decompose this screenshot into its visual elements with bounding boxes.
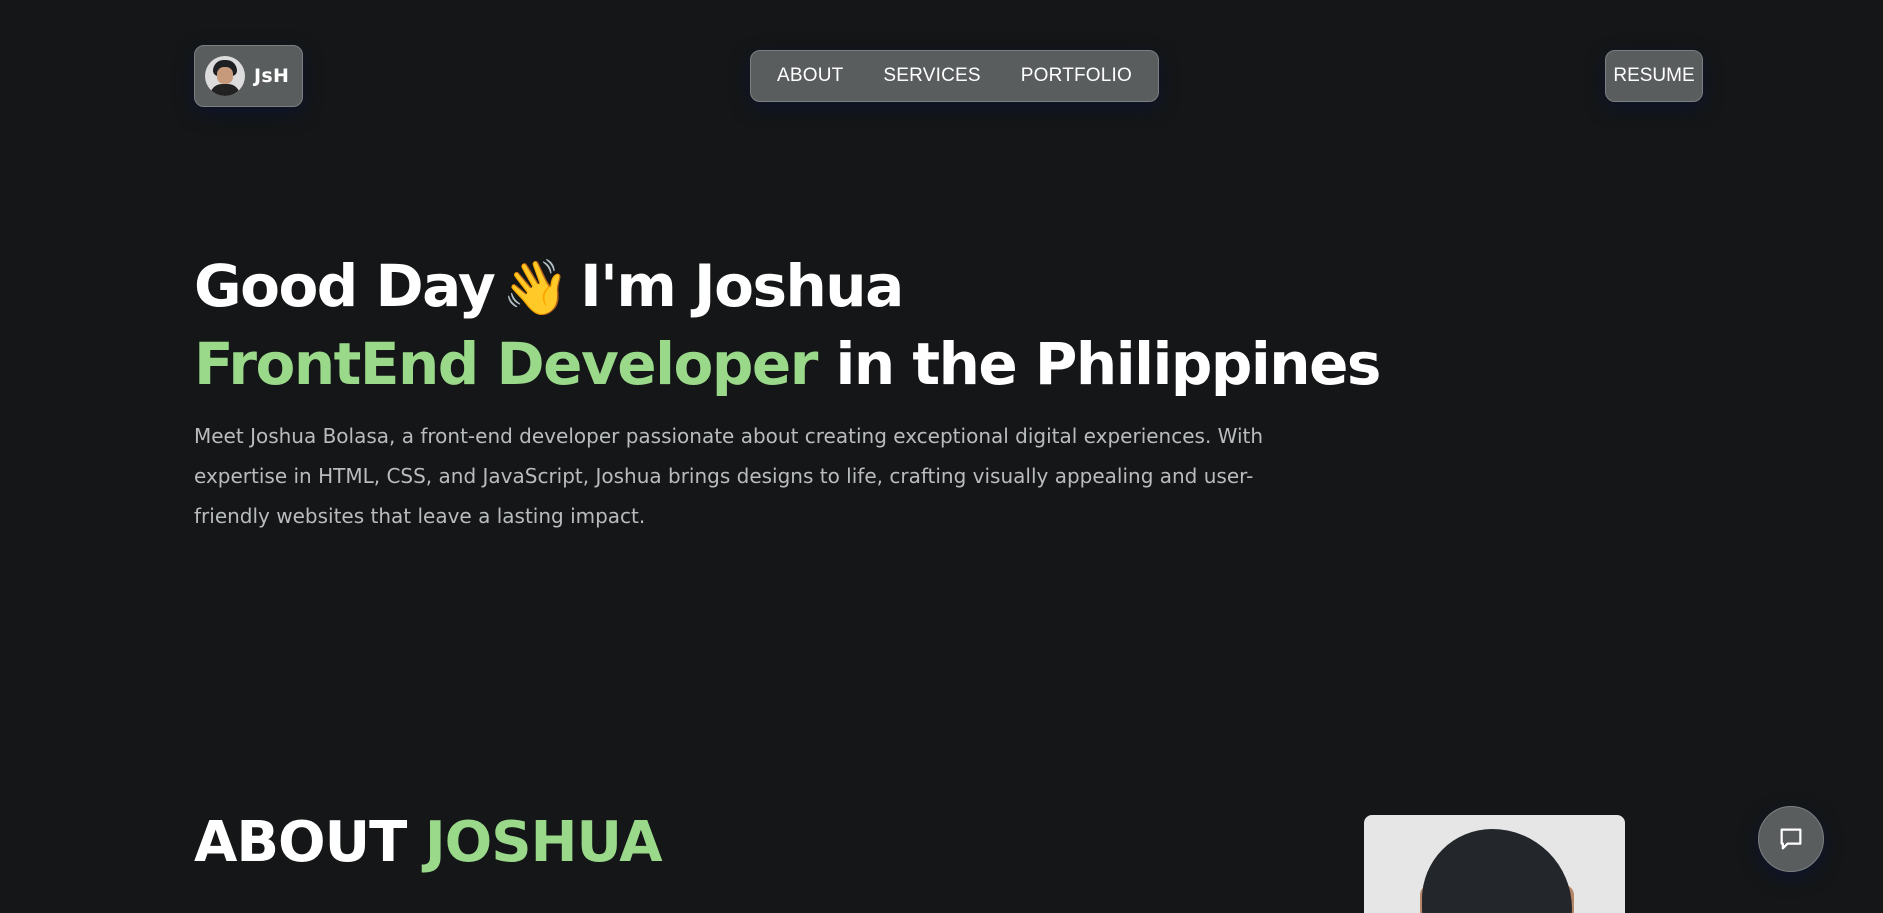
hero-description: Meet Joshua Bolasa, a front-end develope…: [194, 424, 1264, 528]
nav-item-about[interactable]: ABOUT: [777, 65, 843, 87]
chat-button[interactable]: [1758, 806, 1824, 872]
hero-location: in the Philippines: [835, 330, 1382, 398]
nav-item-portfolio[interactable]: PORTFOLIO: [1021, 65, 1132, 87]
hero-heading: Good Day 👋 I'm Joshua FrontEnd Developer i…: [194, 248, 1394, 402]
nav-item-services[interactable]: SERVICES: [883, 65, 980, 87]
about-title: ABOUT JOSHUA: [194, 810, 663, 875]
avatar: [205, 56, 245, 96]
hero-name: I'm Joshua: [580, 252, 904, 320]
hero-role: FrontEnd Developer: [194, 330, 818, 398]
hero-section: Good Day 👋 I'm Joshua FrontEnd Developer i…: [194, 248, 1394, 536]
home-logo-button[interactable]: JsH: [194, 45, 303, 107]
main-nav: ABOUT SERVICES PORTFOLIO: [750, 50, 1159, 102]
about-title-green: JOSHUA: [424, 810, 663, 875]
chat-bubble-icon: [1780, 828, 1802, 850]
logo-text: JsH: [254, 65, 290, 87]
waving-hand-icon: 👋: [502, 256, 569, 319]
profile-photo: [1364, 815, 1625, 913]
about-title-white: ABOUT: [194, 810, 407, 875]
resume-button[interactable]: RESUME: [1605, 50, 1703, 102]
hero-greeting: Good Day: [194, 252, 496, 320]
page: JsH ABOUT SERVICES PORTFOLIO RESUME Good…: [0, 0, 1883, 913]
